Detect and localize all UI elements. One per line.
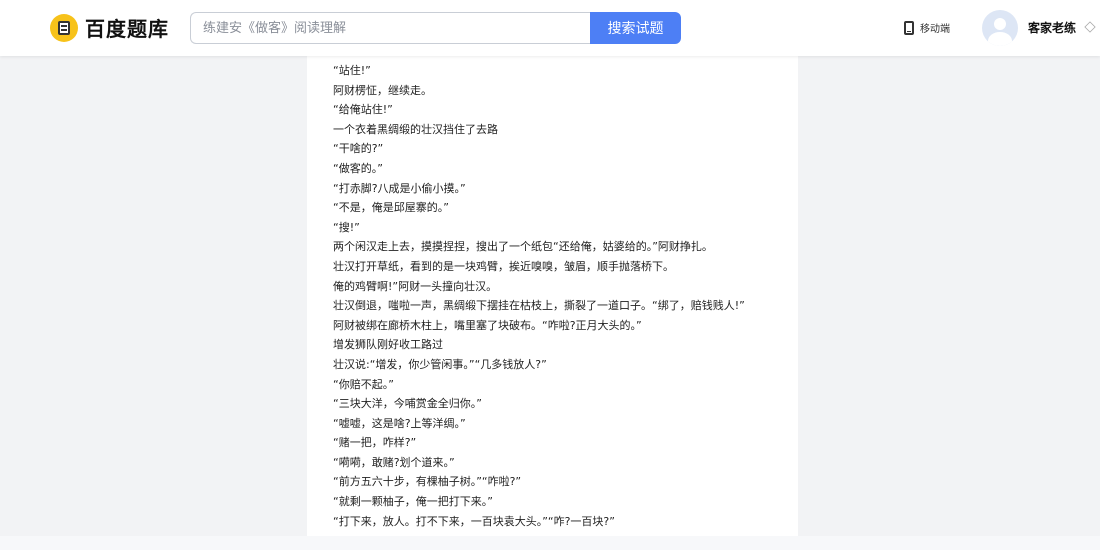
article-line: “嘘嘘，这是啥?上等洋绸。” bbox=[333, 416, 466, 430]
article-line: 壮汉说:“增发，你少管闲事。”“几多钱放人?” bbox=[333, 357, 547, 371]
search-button[interactable]: 搜索试题 bbox=[590, 12, 681, 44]
article-line: “嗬嗬，敢赌?划个道来。” bbox=[333, 455, 455, 469]
article-line: 增发狮队刚好收工路过 bbox=[333, 338, 443, 352]
bottom-strip bbox=[0, 536, 1100, 550]
mobile-label: 移动端 bbox=[920, 24, 950, 35]
article-line: 壮汉倒退，嗤啦一声，黑绸缎下摆挂在枯枝上，撕裂了一道口子。“绑了，赔钱贱人!” bbox=[333, 299, 745, 313]
article-line: 一个衣着黑绸缎的壮汉挡住了去路 bbox=[333, 122, 498, 136]
article-line: “打下来，放人。打不下来，一百块袁大头。”“咋?一百块?” bbox=[333, 514, 615, 528]
article-line: 俺的鸡臂啊!”阿财一头撞向壮汉。 bbox=[333, 279, 498, 293]
mobile-link[interactable]: 移动端 bbox=[904, 20, 950, 35]
article-line: 两个闲汉走上去，摸摸捏捏，搜出了一个纸包“还给俺，姑婆给的。”阿财挣扎。 bbox=[333, 240, 713, 254]
article-line: “做客的。” bbox=[333, 161, 383, 175]
logo-text: 百度题库 bbox=[85, 17, 169, 41]
phone-icon bbox=[904, 20, 914, 35]
article-line: “搜!” bbox=[333, 220, 360, 234]
article-line: “站住!” bbox=[333, 64, 371, 77]
article-line: 阿财楞怔，继续走。 bbox=[333, 83, 432, 97]
article-content: “站住!” 阿财楞怔，继续走。 “给俺站住!” 一个衣着黑绸缎的壮汉挡住了去路 … bbox=[307, 56, 798, 536]
search-bar: 搜索试题 bbox=[190, 12, 681, 44]
baidu-tiku-logo-icon bbox=[50, 13, 78, 42]
article-line: 阿财被绑在廊桥木柱上，嘴里塞了块破布。“咋啦?正月大头的。” bbox=[333, 318, 642, 332]
article-line: “就剩一颗柚子，俺一把打下来。” bbox=[333, 495, 493, 509]
article-line: “打赤脚?八成是小偷小摸。” bbox=[333, 181, 466, 195]
article-line: “干啥的?” bbox=[333, 142, 384, 156]
user-avatar[interactable] bbox=[982, 10, 1018, 46]
site-logo[interactable]: 百度题库 bbox=[50, 13, 169, 42]
article-line: “赌一把，咋样?” bbox=[333, 436, 417, 450]
article-line: “给俺站住!” bbox=[333, 103, 393, 117]
article-line: “三块大洋，今哺赏金全归你。” bbox=[333, 397, 482, 411]
article-line: “你赔不起。” bbox=[333, 377, 394, 391]
article-line: “不是，俺是邱屋寨的。” bbox=[333, 201, 449, 215]
username[interactable]: 客家老练 bbox=[1028, 19, 1076, 36]
article-line: “前方五六十步，有棵柚子树。”“咋啦?” bbox=[333, 475, 522, 489]
diamond-icon[interactable] bbox=[1084, 21, 1096, 33]
article-line: 壮汉打开草纸，看到的是一块鸡臂，挨近嗅嗅，皱眉，顺手抛落桥下。 bbox=[333, 259, 674, 273]
top-header: 百度题库 搜索试题 移动端 客家老练 bbox=[0, 0, 1100, 56]
article-lines: “站住!” 阿财楞怔，继续走。 “给俺站住!” 一个衣着黑绸缎的壮汉挡住了去路 … bbox=[307, 56, 798, 531]
search-input[interactable] bbox=[190, 12, 590, 44]
